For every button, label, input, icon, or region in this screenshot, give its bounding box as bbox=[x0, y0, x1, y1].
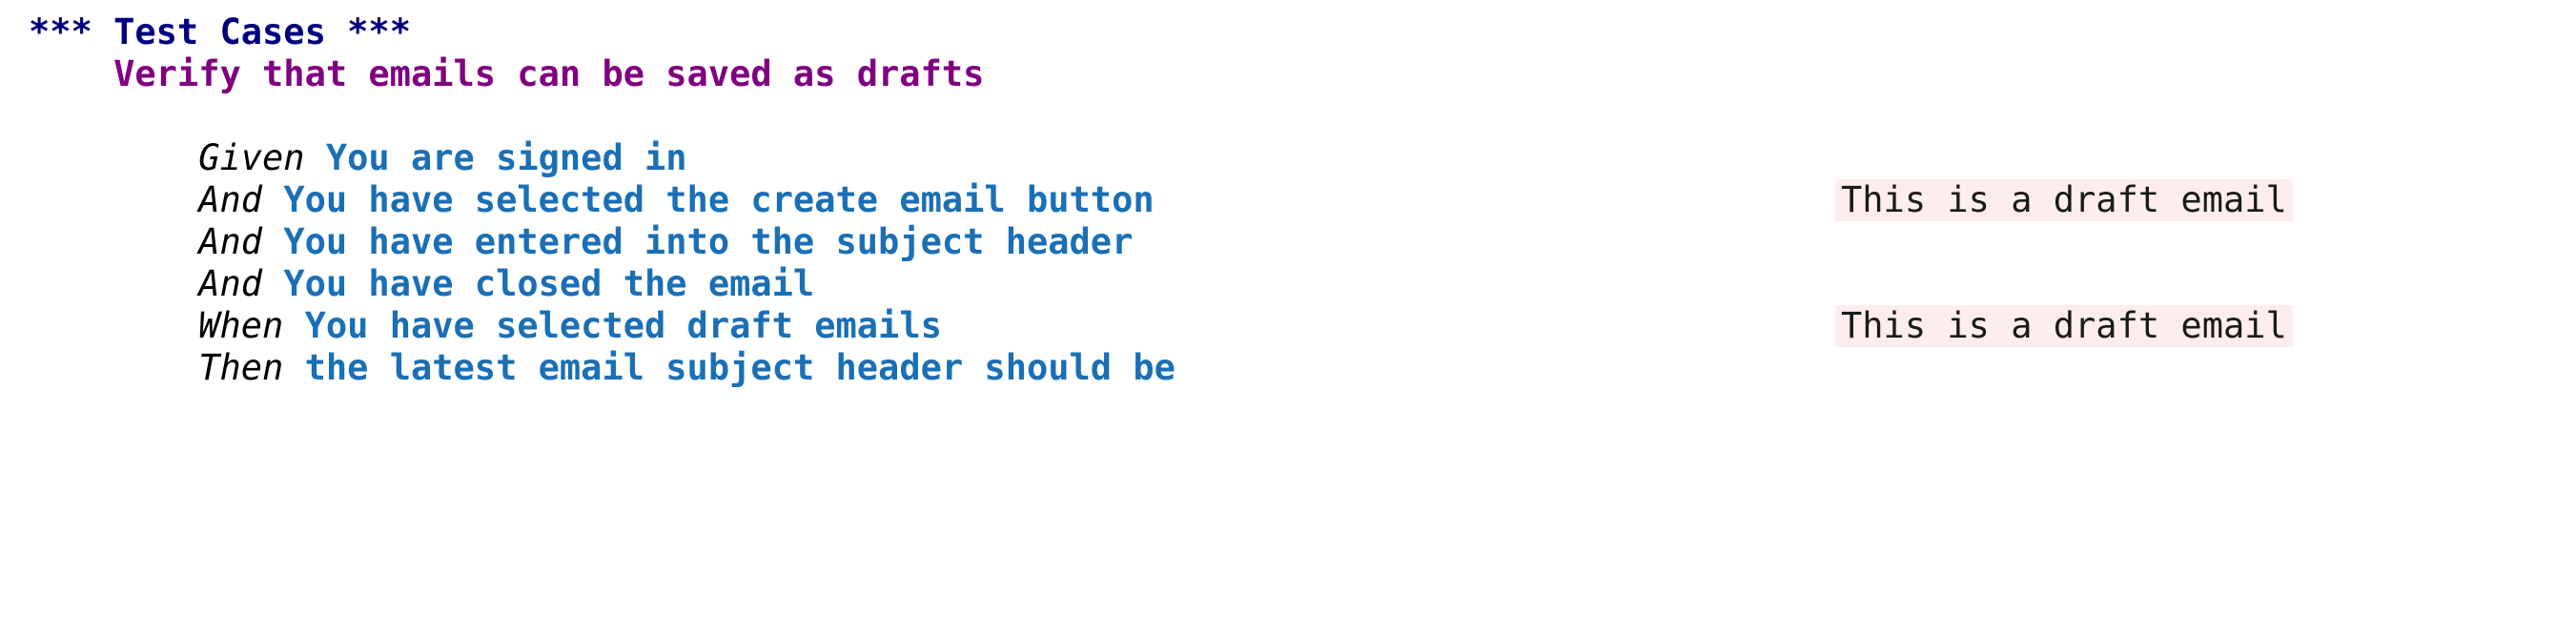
test-step-row[interactable]: And You have entered into the subject he… bbox=[0, 179, 2576, 262]
test-step-row[interactable]: Then the latest email subject header sho… bbox=[0, 305, 2576, 388]
test-case-name-text: Verify that emails can be saved as draft… bbox=[113, 53, 985, 94]
test-step-row[interactable]: And You have selected the create email b… bbox=[0, 137, 2576, 220]
step-gap bbox=[283, 347, 304, 389]
step-argument: the latest email subject header should b… bbox=[304, 347, 1176, 388]
test-case-name[interactable]: Verify that emails can be saved as draft… bbox=[0, 53, 2576, 95]
step-value-cell[interactable]: This is a draft email bbox=[1835, 305, 2293, 347]
test-step-row[interactable]: When You have selected draft emails bbox=[0, 263, 2576, 346]
section-header-test-cases: *** Test Cases *** bbox=[29, 11, 411, 52]
step-value-cell[interactable]: This is a draft email bbox=[1835, 179, 2293, 221]
test-case-document: *** Test Cases *** Verify that emails ca… bbox=[0, 0, 2576, 637]
top-padding bbox=[0, 0, 2576, 11]
step-keyword: Then bbox=[198, 347, 284, 388]
test-step-row[interactable]: Given You are signed in bbox=[0, 95, 2576, 178]
test-step-row[interactable]: And You have closed the email bbox=[0, 221, 2576, 304]
